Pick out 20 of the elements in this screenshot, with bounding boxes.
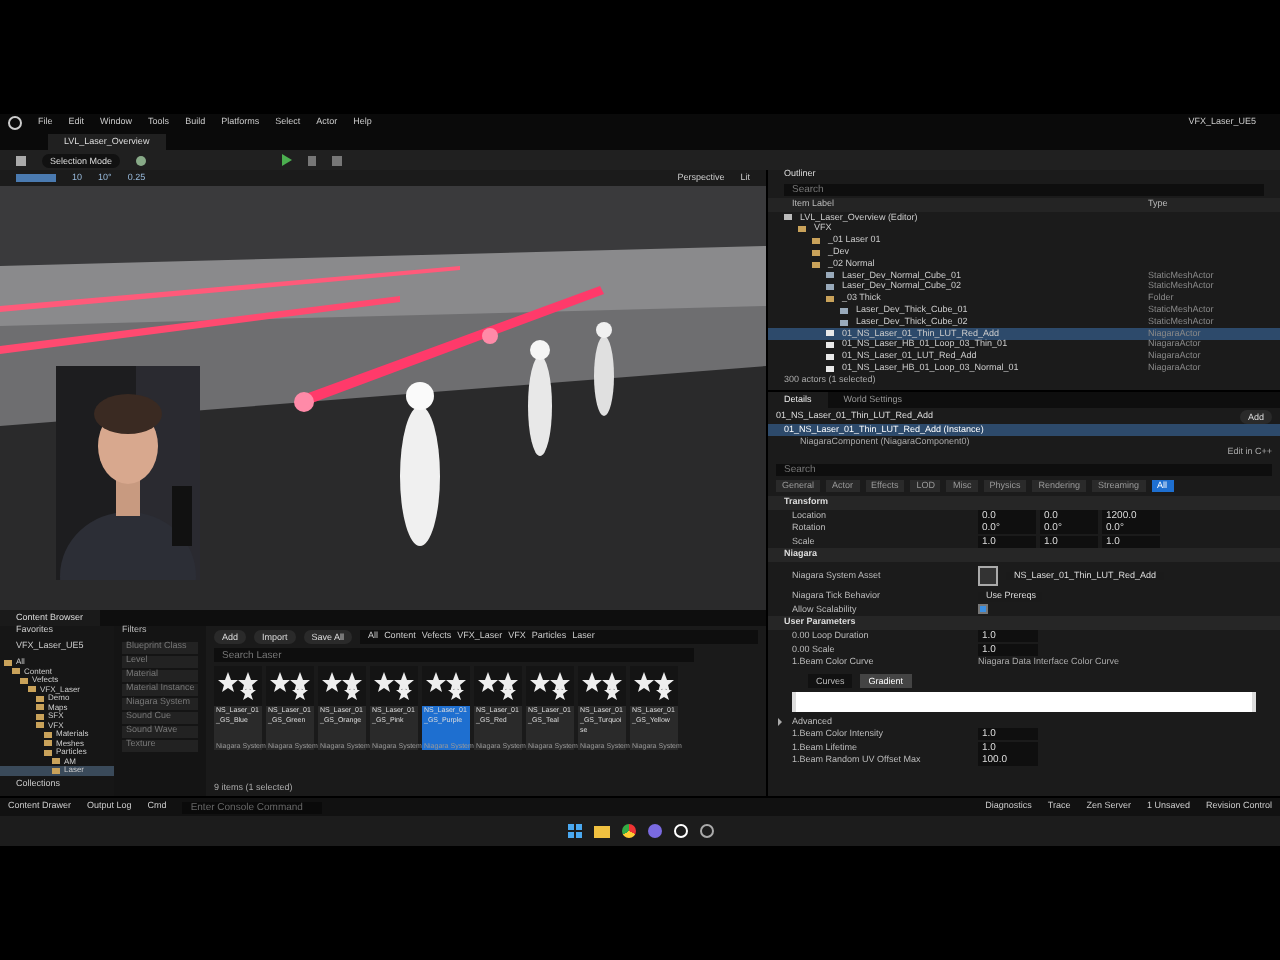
- stars-icon: [318, 666, 366, 706]
- folder-icon: [826, 295, 834, 302]
- chat-app-icon[interactable]: [647, 824, 661, 838]
- stars-icon: [474, 666, 522, 706]
- windows-start-icon[interactable]: [567, 824, 581, 838]
- checkbox[interactable]: [978, 604, 988, 615]
- expand-arrow-icon[interactable]: [776, 717, 784, 726]
- stars-icon: [526, 666, 574, 706]
- stars-icon: [266, 666, 314, 706]
- app-icon[interactable]: [699, 824, 713, 838]
- gradient-bar[interactable]: [792, 691, 1256, 711]
- engine-logo-icon[interactable]: [8, 116, 22, 130]
- stars-icon: [578, 666, 626, 706]
- stop-icon[interactable]: [332, 155, 343, 165]
- stars-icon: [630, 666, 678, 706]
- stars-icon: [422, 666, 470, 706]
- browser-icon[interactable]: [621, 824, 635, 838]
- stars-icon: [370, 666, 418, 706]
- stars-icon: [214, 666, 262, 706]
- folder-icon[interactable]: [593, 825, 609, 837]
